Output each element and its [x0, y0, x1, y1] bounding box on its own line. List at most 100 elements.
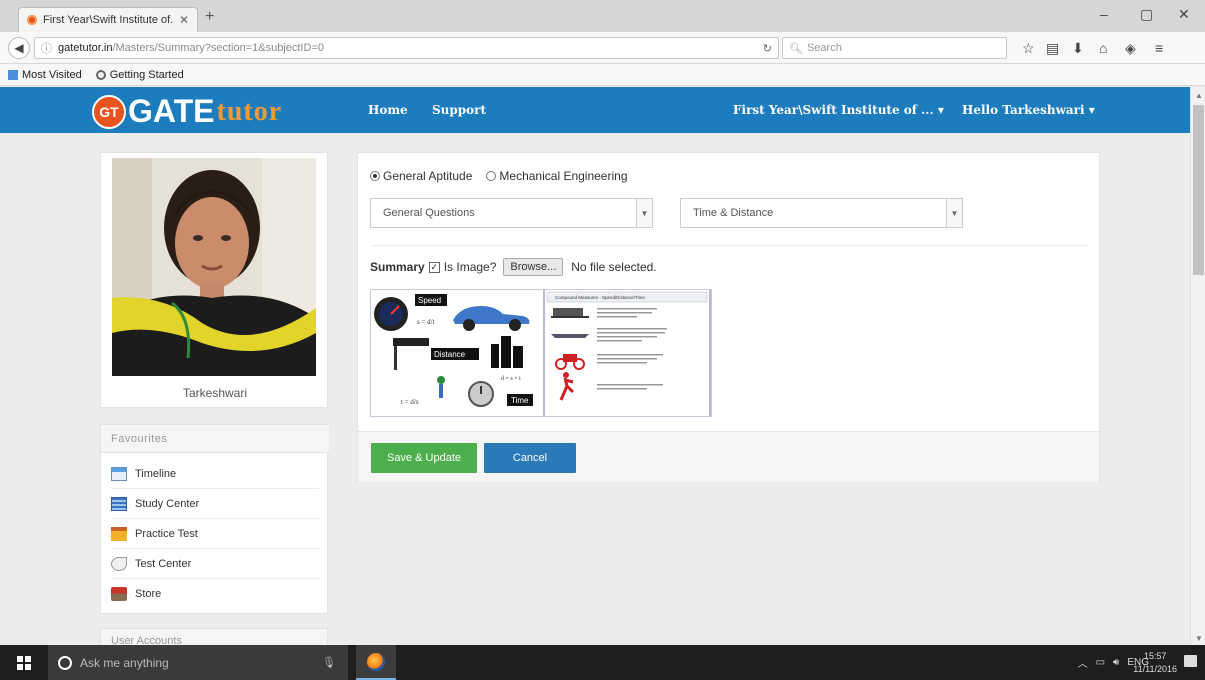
volume-icon[interactable]: 🔊︎	[1113, 657, 1119, 668]
bookmark-star-icon[interactable]: ☆	[1022, 40, 1035, 57]
radio-general-aptitude[interactable]: General Aptitude	[370, 169, 472, 183]
study-center-icon	[111, 496, 127, 511]
url-host: gatetutor.in	[58, 42, 113, 54]
practice-test-icon	[111, 526, 127, 541]
browse-button[interactable]: Browse...	[503, 258, 564, 276]
preview-speed-label: Speed	[418, 296, 441, 305]
logo-badge: GT	[92, 94, 126, 129]
gatetutor-logo[interactable]: GT GATE tutor	[92, 93, 282, 130]
bookmarks-toolbar: Most Visited Getting Started	[0, 64, 1205, 86]
browser-navigation-bar: ◀ ⓘ gatetutor.in /Masters/Summary?sectio…	[0, 32, 1205, 64]
page-scrollbar[interactable]: ▲ ▼	[1190, 87, 1205, 645]
windows-start-icon[interactable]	[0, 645, 48, 680]
favourite-label: Store	[135, 588, 162, 600]
compound-measures-worksheet: Compound Measures - Speed/Distance/Time	[543, 290, 711, 416]
browser-tab-strip: First Year\Swift Institute of... ✕ + – ▢…	[0, 0, 1205, 32]
pocket-icon[interactable]: ◈	[1125, 40, 1136, 57]
clock-date: 11/11/2016	[1133, 664, 1177, 674]
favourite-label: Study Center	[135, 497, 200, 510]
search-placeholder: Search	[806, 42, 842, 54]
scroll-down-icon[interactable]: ▼	[1195, 634, 1203, 643]
question-category-select[interactable]: General Questions ▼	[370, 198, 653, 228]
taskbar-clock[interactable]: 15:57 11/11/2016	[1133, 650, 1177, 676]
user-dropdown[interactable]: Hello Tarkeshwari ▾	[962, 103, 1095, 117]
cortana-placeholder: Ask me anything	[80, 655, 169, 670]
nav-support-link[interactable]: Support	[432, 103, 486, 117]
form-action-bar: Save & Update Cancel	[358, 431, 1099, 482]
chevron-down-icon[interactable]: ▼	[946, 199, 962, 227]
most-visited-icon	[8, 69, 18, 80]
radio-mechanical-engineering[interactable]: Mechanical Engineering	[486, 169, 628, 183]
institute-dropdown[interactable]: First Year\Swift Institute of ... ▾	[733, 103, 944, 117]
back-arrow-icon[interactable]: ◀	[8, 37, 30, 59]
browser-tab[interactable]: First Year\Swift Institute of... ✕	[18, 7, 198, 32]
taskbar-firefox-button[interactable]	[356, 645, 396, 680]
downloads-icon[interactable]: ⬇	[1072, 40, 1084, 57]
profile-photo-image	[112, 158, 316, 376]
site-info-icon[interactable]: ⓘ	[41, 40, 52, 56]
file-status: No file selected.	[571, 260, 657, 274]
cortana-icon	[58, 655, 72, 670]
site-favicon-icon	[27, 15, 37, 25]
favourite-item-practice-test[interactable]: Practice Test	[111, 519, 319, 549]
favourite-item-study-center[interactable]: Study Center	[111, 489, 319, 519]
store-icon	[111, 587, 127, 601]
speed-distance-time-illustration: Speed s = d/t Distance d = s × t t = d/s…	[371, 290, 541, 416]
favourite-item-store[interactable]: Store	[111, 579, 319, 609]
svg-text:t = d/s: t = d/s	[401, 398, 419, 406]
preview-time-label: Time	[511, 396, 529, 405]
site-header: GT GATE tutor Home Support First Year\Sw…	[0, 87, 1190, 133]
menu-icon[interactable]: ≡	[1155, 40, 1163, 56]
summary-image-preview: Speed s = d/t Distance d = s × t t = d/s…	[370, 289, 712, 417]
scrollbar-thumb[interactable]	[1193, 105, 1204, 275]
address-bar[interactable]: ⓘ gatetutor.in /Masters/Summary?section=…	[34, 37, 779, 59]
cancel-button[interactable]: Cancel	[484, 443, 576, 473]
favourite-label: Timeline	[135, 467, 177, 480]
search-icon: 🔍︎	[789, 42, 803, 55]
close-window-icon[interactable]: ✕	[1178, 6, 1190, 23]
summary-form-panel: General Aptitude Mechanical Engineering …	[357, 152, 1100, 482]
summary-upload-row: Summary ✓ Is Image? Browse... No file se…	[370, 258, 657, 276]
scroll-up-icon[interactable]: ▲	[1195, 91, 1203, 100]
profile-photo[interactable]	[112, 158, 316, 376]
radio-unselected-indicator[interactable]	[486, 171, 497, 181]
tab-title: First Year\Swift Institute of...	[43, 14, 173, 26]
logo-gate-text: GATE	[128, 93, 215, 129]
save-update-button[interactable]: Save & Update	[371, 443, 477, 473]
favourite-item-timeline[interactable]: Timeline	[111, 459, 319, 489]
section-divider	[370, 245, 1089, 246]
profile-card: Tarkeshwari	[100, 152, 328, 408]
maximize-icon[interactable]: ▢	[1140, 6, 1153, 23]
radio-selected-indicator[interactable]	[370, 171, 380, 181]
new-tab-icon[interactable]: +	[205, 8, 214, 26]
network-icon[interactable]: ▭	[1096, 657, 1105, 668]
subject-radio-group: General Aptitude Mechanical Engineering	[370, 169, 628, 183]
nav-home-link[interactable]: Home	[368, 103, 408, 117]
svg-text:d = s × t: d = s × t	[501, 376, 521, 382]
logo-tutor-text: tutor	[216, 95, 283, 127]
favourite-label: Practice Test	[135, 527, 198, 540]
reload-icon[interactable]: ↻	[763, 42, 772, 55]
svg-text:s = d/t: s = d/t	[417, 318, 435, 326]
chevron-down-icon[interactable]: ▼	[636, 199, 652, 227]
bookmark-getting-started[interactable]: Getting Started	[95, 69, 184, 81]
favourite-item-test-center[interactable]: Test Center	[111, 549, 319, 579]
notification-icon[interactable]	[1184, 655, 1197, 667]
getting-started-icon	[95, 69, 106, 80]
reading-list-icon[interactable]: ▤	[1046, 40, 1059, 57]
preview-worksheet-header: Compound Measures - Speed/Distance/Time	[555, 295, 645, 300]
windows-taskbar: Ask me anything 🎙︎ ︿ ▭ 🔊︎ ENG 15:57 11/1…	[0, 645, 1205, 680]
topic-select[interactable]: Time & Distance ▼	[680, 198, 963, 228]
cortana-search-input[interactable]: Ask me anything 🎙︎	[48, 645, 348, 680]
is-image-checkbox[interactable]: ✓	[428, 261, 440, 273]
browser-search-input[interactable]: 🔍︎ Search	[782, 37, 1007, 59]
favourites-title: Favourites	[101, 425, 329, 453]
minimize-icon[interactable]: –	[1100, 6, 1108, 22]
favourites-panel: Favourites Timeline Study Center Practic…	[100, 424, 329, 614]
tray-expand-icon[interactable]: ︿	[1078, 655, 1088, 670]
tab-close-icon[interactable]: ✕	[179, 13, 189, 27]
test-center-icon	[111, 556, 127, 571]
home-icon[interactable]: ⌂	[1099, 40, 1107, 56]
bookmark-most-visited[interactable]: Most Visited	[8, 69, 82, 81]
microphone-icon[interactable]: 🎙︎	[322, 656, 336, 669]
